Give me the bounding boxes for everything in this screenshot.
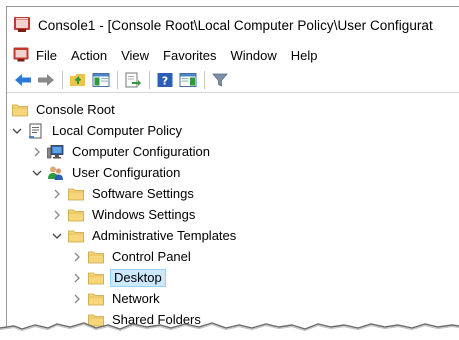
policy-document-icon bbox=[27, 123, 44, 139]
folder-icon bbox=[87, 291, 104, 307]
help-icon[interactable]: ? bbox=[155, 70, 175, 90]
tree-item-desktop[interactable]: Desktop bbox=[71, 268, 166, 288]
console-tree: Console Root Local Computer Policy Compu… bbox=[7, 96, 459, 340]
menu-action[interactable]: Action bbox=[64, 48, 114, 63]
chevron-right-icon[interactable] bbox=[51, 205, 63, 225]
computer-icon bbox=[47, 144, 64, 160]
tree-item-label: User Configuration bbox=[72, 165, 181, 180]
tree-item-label: Computer Configuration bbox=[72, 144, 211, 159]
users-icon bbox=[47, 165, 64, 181]
chevron-down-icon[interactable] bbox=[31, 163, 43, 183]
show-hide-action-pane-icon[interactable] bbox=[178, 70, 198, 90]
menu-bar: File Action View Favorites Window Help bbox=[7, 43, 459, 67]
back-arrow-icon[interactable] bbox=[13, 70, 33, 90]
tree-item-label: Local Computer Policy bbox=[52, 123, 183, 138]
tree-item-administrative-templates[interactable]: Administrative Templates bbox=[51, 226, 238, 246]
toolbar-separator bbox=[117, 70, 118, 89]
window-title: Console1 - [Console Root\Local Computer … bbox=[38, 17, 433, 33]
tree-item-network[interactable]: Network bbox=[71, 289, 162, 309]
tree-item-local-computer-policy[interactable]: Local Computer Policy bbox=[11, 121, 184, 141]
chevron-right-icon[interactable] bbox=[71, 268, 83, 288]
chevron-right-icon[interactable] bbox=[71, 247, 83, 267]
tree-item-control-panel[interactable]: Control Panel bbox=[71, 247, 193, 267]
export-list-icon[interactable] bbox=[123, 70, 143, 90]
folder-icon bbox=[67, 207, 84, 223]
chevron-right-icon[interactable] bbox=[31, 142, 43, 162]
menu-window[interactable]: Window bbox=[224, 48, 284, 63]
tree-item-label: Console Root bbox=[36, 102, 115, 117]
menu-app-icon[interactable] bbox=[13, 46, 29, 65]
tree-item-label: Control Panel bbox=[112, 249, 191, 264]
folder-icon bbox=[67, 228, 84, 244]
mmc-window: Console1 - [Console Root\Local Computer … bbox=[6, 6, 459, 340]
toolbar: ? bbox=[7, 67, 459, 93]
chevron-down-icon[interactable] bbox=[51, 226, 63, 246]
forward-arrow-icon[interactable] bbox=[36, 70, 56, 90]
menu-view[interactable]: View bbox=[114, 48, 156, 63]
mmc-console-icon bbox=[13, 15, 31, 36]
tree-item-console-root[interactable]: Console Root bbox=[11, 100, 117, 120]
menu-favorites[interactable]: Favorites bbox=[156, 48, 223, 63]
filter-icon[interactable] bbox=[210, 70, 230, 90]
tree-item-software-settings[interactable]: Software Settings bbox=[51, 184, 196, 204]
show-hide-console-tree-icon[interactable] bbox=[91, 70, 111, 90]
folder-icon bbox=[87, 270, 104, 286]
toolbar-separator bbox=[149, 70, 150, 89]
torn-edge-decoration bbox=[0, 322, 459, 340]
title-bar[interactable]: Console1 - [Console Root\Local Computer … bbox=[7, 7, 459, 43]
tree-item-windows-settings[interactable]: Windows Settings bbox=[51, 205, 197, 225]
folder-icon bbox=[11, 102, 28, 118]
chevron-down-icon[interactable] bbox=[11, 121, 23, 141]
tree-item-label: Administrative Templates bbox=[92, 228, 237, 243]
toolbar-separator bbox=[204, 70, 205, 89]
svg-text:?: ? bbox=[162, 74, 168, 87]
tree-item-label: Windows Settings bbox=[92, 207, 196, 222]
folder-icon bbox=[87, 249, 104, 265]
menu-file[interactable]: File bbox=[29, 48, 64, 63]
up-folder-icon[interactable] bbox=[68, 70, 88, 90]
tree-item-user-configuration[interactable]: User Configuration bbox=[31, 163, 182, 183]
menu-help[interactable]: Help bbox=[284, 48, 325, 63]
tree-item-computer-configuration[interactable]: Computer Configuration bbox=[31, 142, 212, 162]
tree-item-label: Software Settings bbox=[92, 186, 194, 201]
toolbar-separator bbox=[62, 70, 63, 89]
chevron-right-icon[interactable] bbox=[51, 184, 63, 204]
folder-icon bbox=[67, 186, 84, 202]
chevron-right-icon[interactable] bbox=[71, 289, 83, 309]
tree-item-label: Desktop bbox=[110, 269, 166, 287]
tree-item-label: Network bbox=[112, 291, 160, 306]
